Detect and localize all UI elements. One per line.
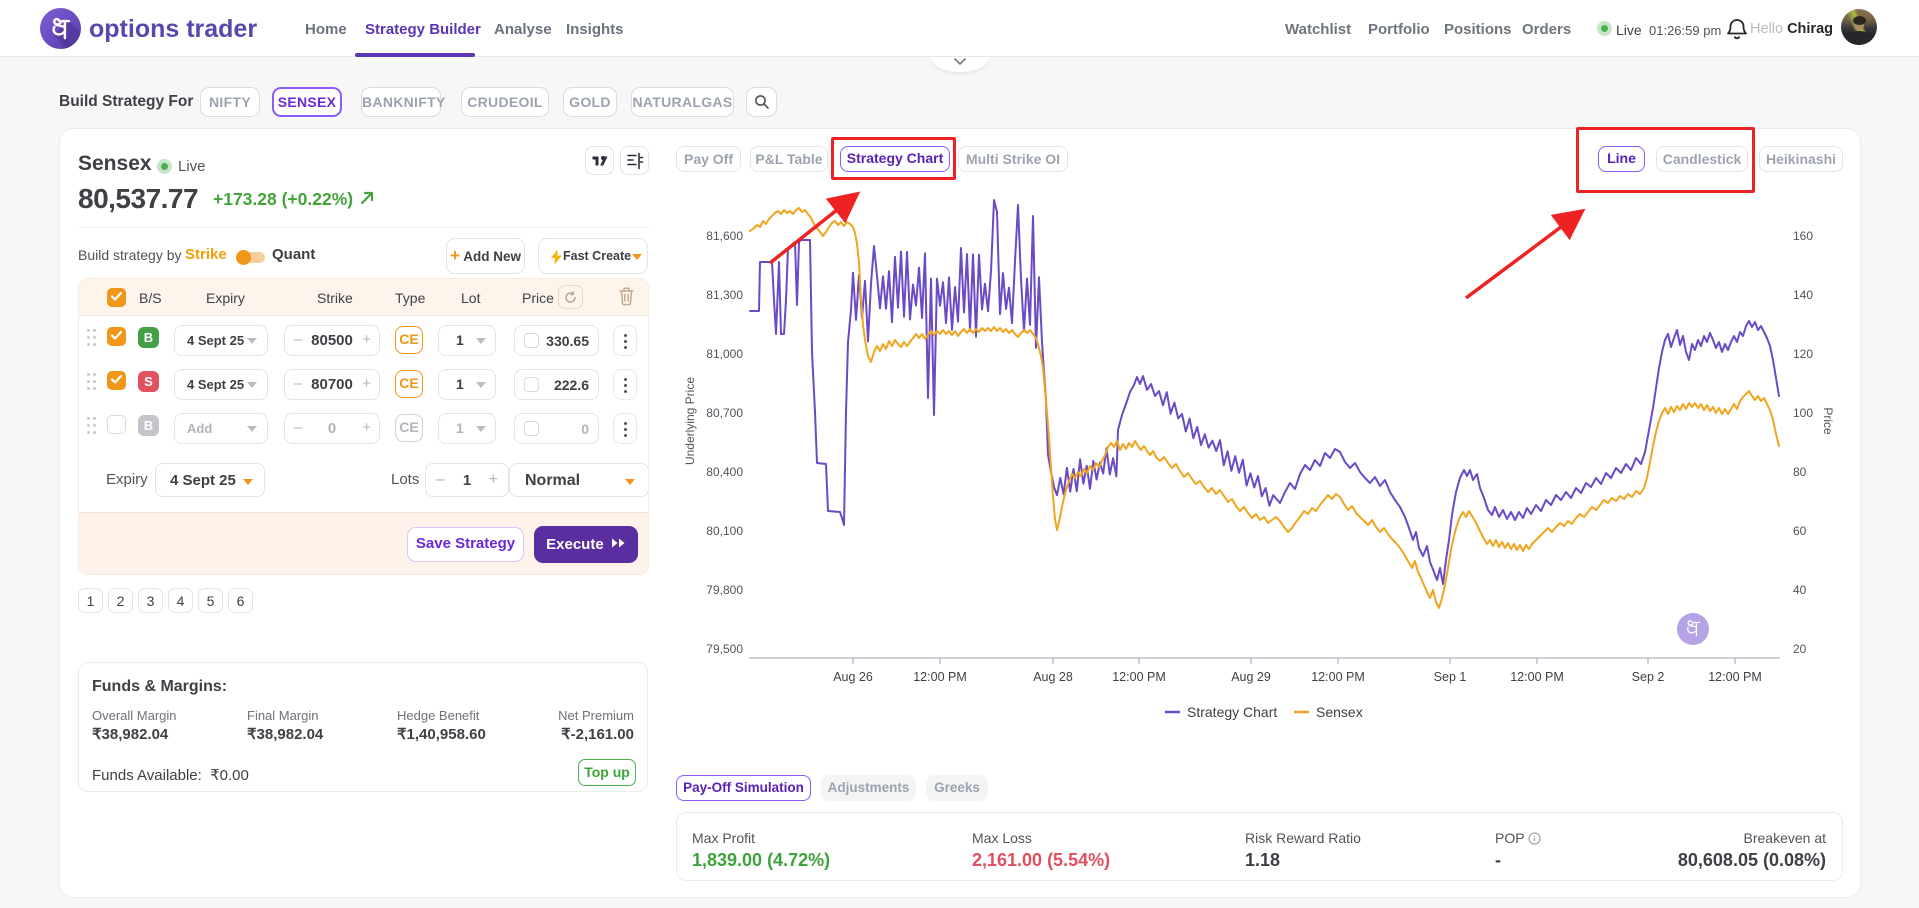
svg-text:20: 20	[1793, 642, 1807, 656]
svg-text:12:00 PM: 12:00 PM	[1510, 670, 1564, 684]
svg-text:Strategy Chart: Strategy Chart	[1187, 704, 1277, 720]
svg-text:Aug 28: Aug 28	[1033, 670, 1073, 684]
svg-text:81,300: 81,300	[706, 288, 743, 302]
svg-text:Price: Price	[1821, 407, 1835, 435]
svg-text:12:00 PM: 12:00 PM	[913, 670, 967, 684]
svg-text:79,500: 79,500	[706, 642, 743, 656]
svg-text:Aug 26: Aug 26	[833, 670, 873, 684]
svg-text:Underlying Price: Underlying Price	[683, 377, 697, 465]
svg-text:Aug 29: Aug 29	[1231, 670, 1271, 684]
svg-text:Sensex: Sensex	[1316, 704, 1363, 720]
svg-text:140: 140	[1793, 288, 1813, 302]
svg-text:12:00 PM: 12:00 PM	[1708, 670, 1762, 684]
svg-text:12:00 PM: 12:00 PM	[1112, 670, 1166, 684]
svg-text:80,100: 80,100	[706, 524, 743, 538]
svg-text:120: 120	[1793, 347, 1813, 361]
svg-text:80: 80	[1793, 465, 1807, 479]
svg-text:81,000: 81,000	[706, 347, 743, 361]
svg-text:40: 40	[1793, 583, 1807, 597]
svg-text:79,800: 79,800	[706, 583, 743, 597]
svg-text:Sep 2: Sep 2	[1632, 670, 1665, 684]
svg-text:160: 160	[1793, 229, 1813, 243]
svg-text:80,700: 80,700	[706, 406, 743, 420]
svg-text:80,400: 80,400	[706, 465, 743, 479]
svg-text:81,600: 81,600	[706, 229, 743, 243]
svg-text:100: 100	[1793, 406, 1813, 420]
svg-text:Sep 1: Sep 1	[1434, 670, 1467, 684]
svg-text:12:00 PM: 12:00 PM	[1311, 670, 1365, 684]
svg-text:60: 60	[1793, 524, 1807, 538]
